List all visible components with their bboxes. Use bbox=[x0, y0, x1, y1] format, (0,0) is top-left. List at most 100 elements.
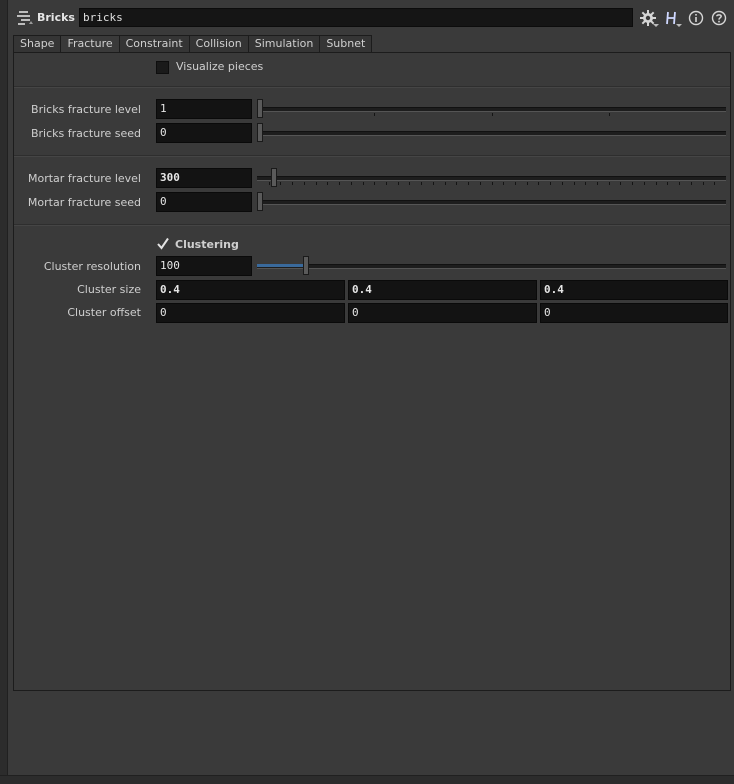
slider-track bbox=[257, 131, 726, 136]
slider-tick bbox=[316, 182, 317, 185]
slider-tick bbox=[527, 182, 528, 185]
slider-tick bbox=[374, 113, 375, 116]
node-name-input[interactable] bbox=[79, 8, 633, 27]
slider-tick bbox=[679, 182, 680, 185]
tab-simulation[interactable]: Simulation bbox=[248, 35, 321, 53]
slider-tick bbox=[292, 182, 293, 185]
slider-handle[interactable] bbox=[257, 192, 263, 211]
bricks-fracture-level-field[interactable]: 1 bbox=[156, 99, 252, 119]
slider-tick bbox=[609, 113, 610, 116]
cluster-offset-label: Cluster offset bbox=[67, 306, 141, 319]
slider-tick bbox=[304, 182, 305, 185]
info-icon[interactable] bbox=[686, 8, 706, 28]
node-type-icon bbox=[16, 9, 34, 27]
separator bbox=[14, 86, 730, 88]
clustering-checkmark-icon[interactable] bbox=[156, 237, 170, 254]
slider-track bbox=[257, 107, 726, 112]
help-icon[interactable] bbox=[709, 8, 729, 28]
outer-frame-left bbox=[0, 0, 8, 783]
slider-track bbox=[257, 264, 726, 269]
slider-tick bbox=[515, 182, 516, 185]
slider-tick bbox=[468, 182, 469, 185]
slider-tick bbox=[644, 182, 645, 185]
slider-tick bbox=[597, 182, 598, 185]
bricks-fracture-level-label: Bricks fracture level bbox=[31, 103, 141, 116]
mortar-fracture-seed-field[interactable]: 0 bbox=[156, 192, 252, 212]
slider-tick bbox=[363, 182, 364, 185]
gear-menu-chevron-down-icon[interactable] bbox=[653, 24, 659, 27]
fracture-panel: Visualize pieces Bricks fracture level 1… bbox=[13, 52, 731, 691]
separator bbox=[14, 224, 730, 226]
slider-tick bbox=[492, 113, 493, 116]
slider-tick bbox=[492, 182, 493, 185]
tab-fracture[interactable]: Fracture bbox=[61, 35, 120, 53]
slider-handle[interactable] bbox=[271, 168, 277, 187]
tab-collision[interactable]: Collision bbox=[189, 35, 249, 53]
mortar-fracture-seed-label: Mortar fracture seed bbox=[27, 196, 141, 209]
slider-tick bbox=[620, 182, 621, 185]
slider-tick bbox=[445, 182, 446, 185]
slider-fill bbox=[257, 264, 303, 267]
cluster-offset-x-field[interactable]: 0 bbox=[156, 303, 345, 323]
mortar-fracture-level-slider[interactable] bbox=[257, 168, 726, 188]
cluster-size-y-field[interactable]: 0.4 bbox=[348, 280, 537, 300]
mortar-fracture-seed-slider[interactable] bbox=[257, 192, 726, 212]
slider-tick bbox=[351, 182, 352, 185]
h-menu-chevron-down-icon[interactable] bbox=[676, 24, 682, 27]
slider-handle[interactable] bbox=[257, 123, 263, 142]
slider-tick bbox=[656, 182, 657, 185]
slider-tick bbox=[632, 182, 633, 185]
slider-tick bbox=[386, 182, 387, 185]
cluster-resolution-slider[interactable] bbox=[257, 256, 726, 276]
cluster-size-label: Cluster size bbox=[77, 283, 141, 296]
slider-tick bbox=[374, 182, 375, 185]
node-type-label: Bricks bbox=[37, 11, 75, 24]
tab-bar: Shape Fracture Constraint Collision Simu… bbox=[13, 35, 373, 53]
slider-tick bbox=[714, 182, 715, 185]
slider-tick bbox=[703, 182, 704, 185]
slider-tick bbox=[691, 182, 692, 185]
bricks-fracture-seed-slider[interactable] bbox=[257, 123, 726, 143]
visualize-pieces-label: Visualize pieces bbox=[176, 60, 264, 73]
separator bbox=[14, 155, 730, 157]
cluster-size-z-field[interactable]: 0.4 bbox=[540, 280, 728, 300]
slider-tick bbox=[339, 182, 340, 185]
cluster-size-x-field[interactable]: 0.4 bbox=[156, 280, 345, 300]
slider-tick bbox=[503, 182, 504, 185]
slider-tick bbox=[574, 182, 575, 185]
slider-tick bbox=[609, 182, 610, 185]
mortar-fracture-level-label: Mortar fracture level bbox=[28, 172, 141, 185]
cluster-resolution-label: Cluster resolution bbox=[43, 260, 141, 273]
slider-tick bbox=[398, 182, 399, 185]
slider-tick bbox=[550, 182, 551, 185]
visualize-pieces-checkbox[interactable] bbox=[156, 61, 169, 74]
cluster-offset-y-field[interactable]: 0 bbox=[348, 303, 537, 323]
tab-subnet[interactable]: Subnet bbox=[320, 35, 373, 53]
slider-tick bbox=[667, 182, 668, 185]
cluster-offset-z-field[interactable]: 0 bbox=[540, 303, 728, 323]
slider-handle[interactable] bbox=[303, 256, 309, 275]
slider-tick bbox=[585, 182, 586, 185]
slider-tick bbox=[433, 182, 434, 185]
mortar-fracture-level-field[interactable]: 300 bbox=[156, 168, 252, 188]
slider-handle[interactable] bbox=[257, 99, 263, 118]
slider-tick bbox=[421, 182, 422, 185]
cluster-resolution-field[interactable]: 100 bbox=[156, 256, 252, 276]
slider-tick bbox=[456, 182, 457, 185]
tab-shape[interactable]: Shape bbox=[13, 35, 62, 53]
slider-tick bbox=[269, 182, 270, 185]
slider-track bbox=[257, 176, 726, 181]
slider-tick bbox=[280, 182, 281, 185]
slider-tick bbox=[409, 182, 410, 185]
slider-tick bbox=[327, 182, 328, 185]
slider-track bbox=[257, 200, 726, 205]
clustering-label: Clustering bbox=[175, 238, 239, 251]
slider-tick bbox=[562, 182, 563, 185]
tab-constraint[interactable]: Constraint bbox=[119, 35, 190, 53]
slider-tick bbox=[538, 182, 539, 185]
slider-tick bbox=[480, 182, 481, 185]
parameter-header: Bricks bbox=[8, 6, 734, 30]
bricks-fracture-seed-field[interactable]: 0 bbox=[156, 123, 252, 143]
bricks-fracture-seed-label: Bricks fracture seed bbox=[30, 127, 141, 140]
bricks-fracture-level-slider[interactable] bbox=[257, 99, 726, 119]
